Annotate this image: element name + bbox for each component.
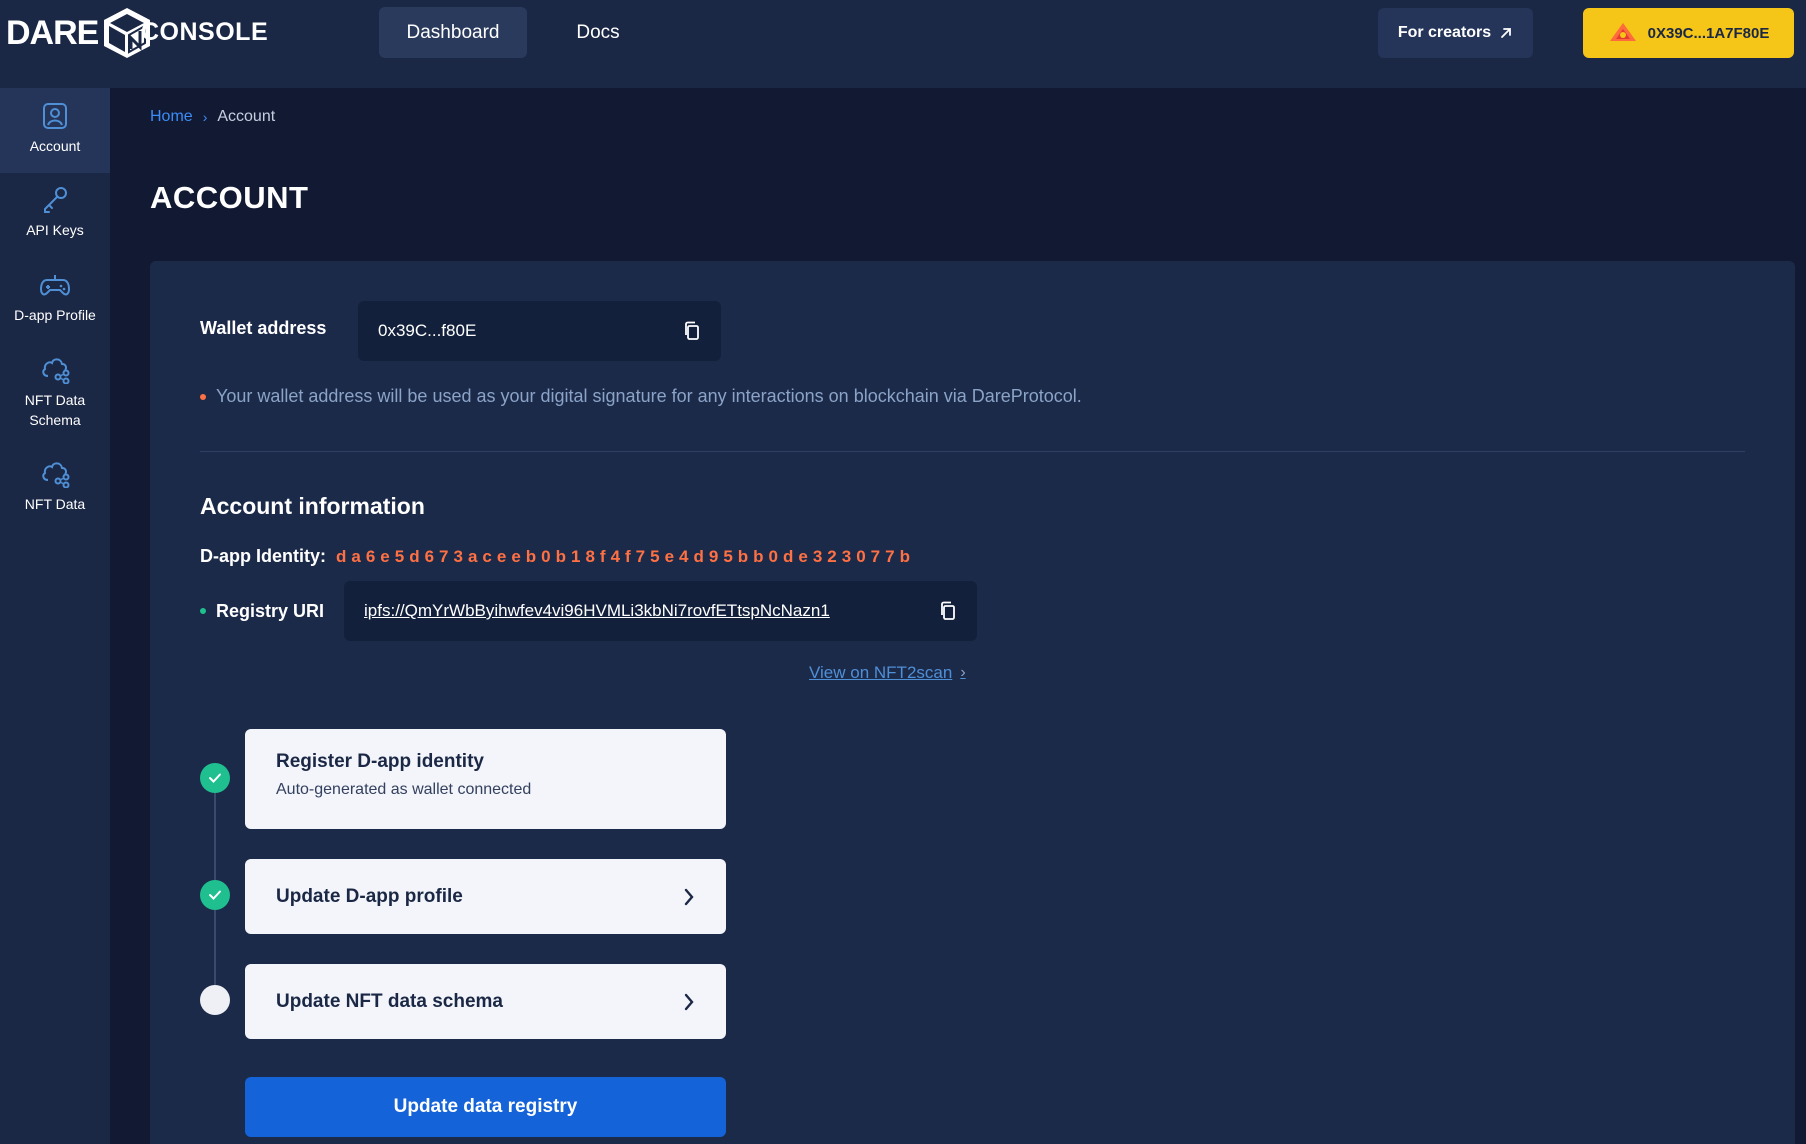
update-data-registry-button[interactable]: Update data registry [245, 1077, 726, 1137]
cloud-share-icon [42, 462, 70, 488]
registry-uri-field: ipfs://QmYrWbByihwfev4vi96HVMLi3kbNi7rov… [344, 581, 978, 641]
sidebar-item-nft-data-schema[interactable]: NFT Data Schema [0, 354, 110, 430]
step-title: Update D-app profile [276, 885, 463, 907]
sidebar-item-label: D-app Profile [14, 307, 96, 323]
console-title: CONSOLE [141, 18, 269, 46]
page-title: ACCOUNT [150, 180, 309, 215]
registry-uri-label: Registry URI [216, 600, 325, 621]
wallet-note-text: Your wallet address will be used as your… [216, 386, 1082, 406]
breadcrumb-current: Account [217, 108, 276, 125]
wallet-address-label: Wallet address [200, 318, 327, 338]
breadcrumb: Home › Account [150, 108, 275, 126]
account-panel: Wallet address 0x39C...f80E Your wallet … [150, 261, 1795, 1144]
bullet-dot [200, 608, 206, 614]
wallet-address-short: 0X39C...1A7F80E [1647, 24, 1770, 42]
chevron-right-icon [684, 888, 694, 905]
sidebar-item-label: API Keys [26, 222, 84, 238]
step-title: Update NFT data schema [276, 990, 503, 1012]
copy-icon[interactable] [683, 321, 701, 341]
account-information-title: Account information [200, 493, 425, 519]
step-done-check-icon [200, 880, 230, 910]
sidebar-item-label-line2: Schema [29, 412, 81, 428]
step-update-nft-data-schema[interactable]: Update NFT data schema [245, 964, 726, 1039]
breadcrumb-separator: › [202, 109, 208, 125]
view-on-nft2scan-label: View on NFT2scan [809, 663, 953, 682]
logo-text: DARE [6, 13, 99, 52]
external-link-icon [1501, 28, 1512, 38]
for-creators-label: For creators [1397, 24, 1492, 41]
sidebar: Account API Keys D-app Profile NFT Data … [0, 88, 110, 1144]
key-icon [44, 187, 67, 213]
view-on-nft2scan-link[interactable]: View on NFT2scan › [809, 663, 966, 683]
step-update-dapp-profile[interactable]: Update D-app profile [245, 859, 726, 934]
registry-uri-link[interactable]: ipfs://QmYrWbByihwfev4vi96HVMLi3kbNi7rov… [364, 601, 830, 621]
divider [200, 451, 1745, 452]
nav-docs[interactable]: Docs [540, 7, 656, 58]
copy-icon[interactable] [939, 601, 957, 621]
bullet-dot [200, 393, 206, 400]
breadcrumb-home[interactable]: Home [150, 108, 193, 126]
dapp-identity-label: D-app Identity: [200, 546, 326, 566]
gamepad-icon [39, 275, 71, 296]
dapp-identity-value: da6e5d673aceeb0b18f4f75e4d95bb0de323077b [336, 546, 915, 566]
step-title: Register D-app identity [276, 751, 484, 772]
sidebar-item-dapp-profile[interactable]: D-app Profile [0, 271, 110, 325]
wallet-note: Your wallet address will be used as your… [200, 386, 1082, 407]
cloud-share-icon [42, 358, 70, 384]
step-done-check-icon [200, 763, 230, 793]
sidebar-item-label: Account [29, 138, 81, 154]
wallet-address-value: 0x39C...f80E [378, 321, 477, 340]
step-pending-dot [200, 985, 230, 1015]
sidebar-item-nft-data[interactable]: NFT Data [0, 458, 110, 514]
sidebar-item-account[interactable]: Account [0, 88, 110, 173]
wallet-button[interactable]: 0X39C...1A7F80E [1583, 8, 1794, 58]
registry-uri-row: Registry URI ipfs://QmYrWbByihwfev4vi96H… [200, 581, 978, 641]
nav-dashboard[interactable]: Dashboard [379, 7, 527, 58]
chevron-right-icon: › [960, 664, 966, 681]
sidebar-item-api-keys[interactable]: API Keys [0, 186, 110, 240]
for-creators-button[interactable]: For creators [1378, 8, 1533, 58]
wallet-avatar-icon [1609, 23, 1636, 41]
step-register-dapp-identity: Register D-app identity Auto-generated a… [245, 729, 726, 829]
sidebar-item-label-line1: NFT Data [24, 392, 86, 408]
step-subtitle: Auto-generated as wallet connected [276, 781, 532, 798]
user-icon [43, 103, 67, 129]
wallet-address-field: 0x39C...f80E [358, 301, 721, 361]
sidebar-item-label: NFT Data [24, 496, 86, 512]
top-bar: DARE CONSOLE Dashboard Docs For creators… [0, 0, 1806, 88]
chevron-right-icon [684, 993, 694, 1010]
dapp-identity-row: D-app Identity: da6e5d673aceeb0b18f4f75e… [200, 546, 915, 567]
logo[interactable]: DARE [6, 6, 154, 60]
